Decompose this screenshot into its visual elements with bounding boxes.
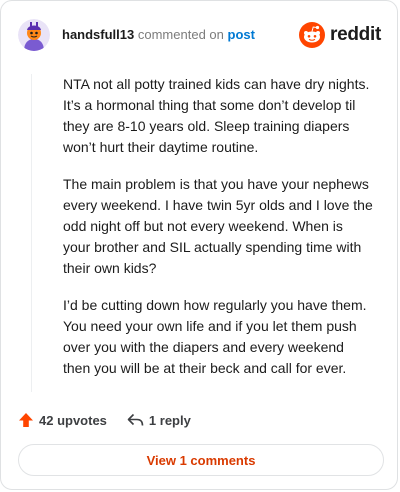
comment-card: handsfull13 commented on post reddit NTA… [0,0,398,490]
post-link[interactable]: post [228,27,255,42]
upvote-button[interactable]: 42 upvotes [18,412,107,428]
comment-byline: handsfull13 commented on post [62,27,255,42]
comment-actions: 42 upvotes 1 reply [18,409,191,431]
reddit-logo-icon [299,22,326,48]
comment-paragraph: NTA not all potty trained kids can have … [63,76,370,155]
upvote-arrow-icon [19,413,33,427]
comment-header: handsfull13 commented on post reddit [18,19,381,51]
reddit-brand[interactable]: reddit [299,20,381,50]
comment-paragraph: I’d be cutting down how regularly you ha… [63,297,367,376]
snoo-avatar-icon[interactable] [18,19,50,51]
comment-paragraph: The main problem is that you have your n… [63,176,373,276]
action-text: commented on [137,27,224,42]
view-comments-button[interactable]: View 1 comments [18,444,384,476]
reply-count: 1 reply [148,412,191,428]
username-link[interactable]: handsfull13 [62,27,134,42]
reddit-wordmark: reddit [330,24,381,45]
comment-body: NTA not all potty trained kids can have … [31,74,373,392]
reply-arrow-icon [127,413,144,426]
reply-button[interactable]: 1 reply [127,413,191,428]
upvote-count: 42 upvotes [39,412,107,428]
